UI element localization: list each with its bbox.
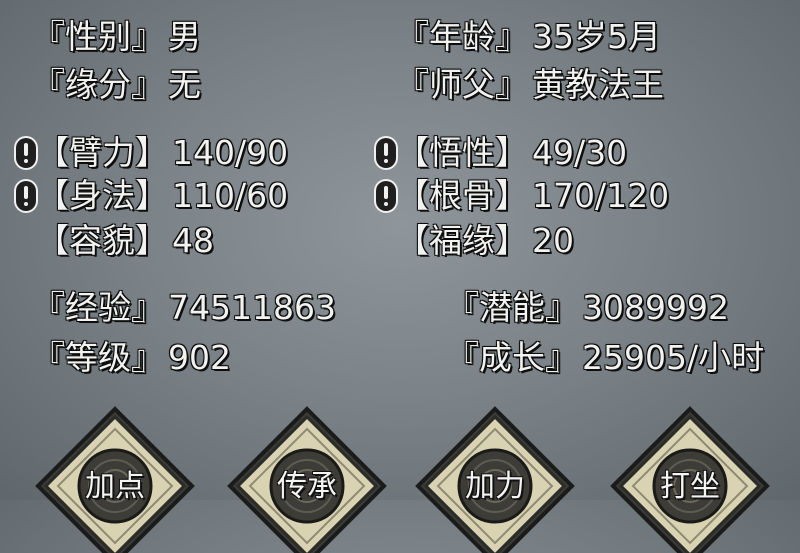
age-label: 『年龄』 <box>396 17 528 56</box>
growth-stat: 『成长』 25905/小时 <box>446 338 764 378</box>
constitution-stat: 【根骨】 170/120 <box>396 176 669 216</box>
potential-label: 『潜能』 <box>446 288 578 327</box>
add-points-label: 加点 <box>85 469 145 504</box>
appearance-stat: 【容貌】 48 <box>36 221 214 261</box>
strength-warning-icon[interactable] <box>16 138 36 168</box>
growth-label: 『成长』 <box>446 338 578 377</box>
agility-label: 【身法】 <box>36 176 168 215</box>
meditate-label: 打坐 <box>660 469 720 504</box>
fate-stat: 『缘分』无 <box>32 65 201 105</box>
comprehension-stat: 【悟性】 49/30 <box>396 133 627 173</box>
gender-stat: 『性别』男 <box>32 17 201 57</box>
appearance-label: 【容貌】 <box>36 221 168 260</box>
strength-label: 【臂力】 <box>36 133 168 172</box>
constitution-label: 【根骨】 <box>396 176 528 215</box>
agility-value: 110/60 <box>172 176 289 215</box>
gender-value: 男 <box>168 17 201 56</box>
inherit-button[interactable]: 传承 <box>222 403 392 553</box>
experience-label: 『经验』 <box>32 288 164 327</box>
age-value: 35岁5月 <box>532 17 661 56</box>
level-stat: 『等级』 902 <box>32 338 231 378</box>
comprehension-warning-icon[interactable] <box>376 138 396 168</box>
luck-stat: 【福缘】 20 <box>396 221 574 261</box>
agility-stat: 【身法】 110/60 <box>36 176 288 216</box>
fate-label: 『缘分』 <box>32 65 164 104</box>
comprehension-value: 49/30 <box>532 133 628 172</box>
inherit-label: 传承 <box>277 469 337 504</box>
experience-stat: 『经验』 74511863 <box>32 288 336 328</box>
master-label: 『师父』 <box>396 65 528 104</box>
master-stat: 『师父』 黄教法王 <box>396 65 664 105</box>
add-force-label: 加力 <box>465 469 525 504</box>
luck-label: 【福缘】 <box>396 221 528 260</box>
luck-value: 20 <box>532 221 574 260</box>
meditate-button[interactable]: 打坐 <box>605 403 775 553</box>
constitution-value: 170/120 <box>532 176 670 215</box>
experience-value: 74511863 <box>168 288 336 327</box>
fate-value: 无 <box>168 65 201 104</box>
level-value: 902 <box>168 338 231 377</box>
agility-warning-icon[interactable] <box>16 181 36 211</box>
add-points-button[interactable]: 加点 <box>30 403 200 553</box>
comprehension-label: 【悟性】 <box>396 133 528 172</box>
gender-label: 『性别』 <box>32 17 164 56</box>
constitution-warning-icon[interactable] <box>376 181 396 211</box>
potential-stat: 『潜能』 3089992 <box>446 288 729 328</box>
appearance-value: 48 <box>172 221 214 260</box>
master-value: 黄教法王 <box>532 65 664 104</box>
age-stat: 『年龄』 35岁5月 <box>396 17 661 57</box>
growth-value: 25905/小时 <box>582 338 765 377</box>
level-label: 『等级』 <box>32 338 164 377</box>
strength-value: 140/90 <box>172 133 289 172</box>
potential-value: 3089992 <box>582 288 729 327</box>
add-force-button[interactable]: 加力 <box>410 403 580 553</box>
strength-stat: 【臂力】 140/90 <box>36 133 288 173</box>
